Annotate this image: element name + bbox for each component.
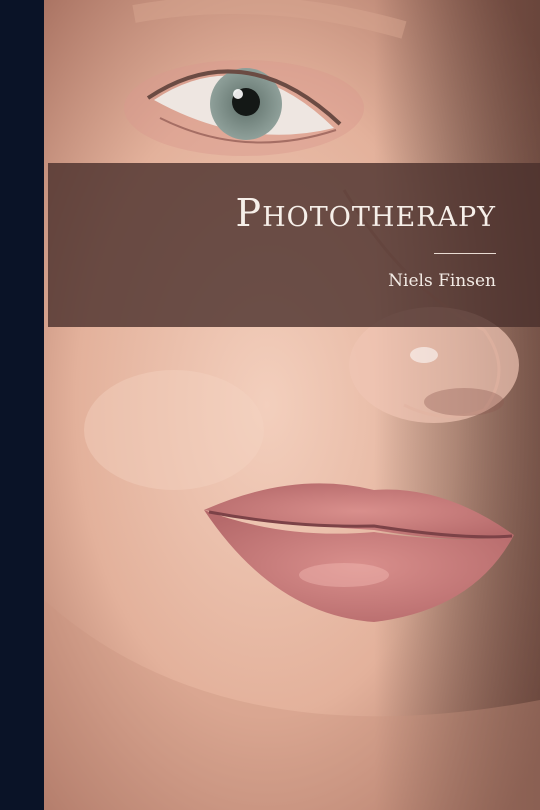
cover-photo-face — [44, 0, 540, 810]
book-cover: Phototherapy Niels Finsen — [0, 0, 540, 810]
cover-spine — [0, 0, 44, 810]
title-divider — [434, 253, 496, 254]
book-title: Phototherapy — [235, 191, 496, 235]
title-band: Phototherapy Niels Finsen — [48, 163, 540, 327]
book-author: Niels Finsen — [388, 271, 496, 291]
face-illustration — [44, 0, 540, 810]
